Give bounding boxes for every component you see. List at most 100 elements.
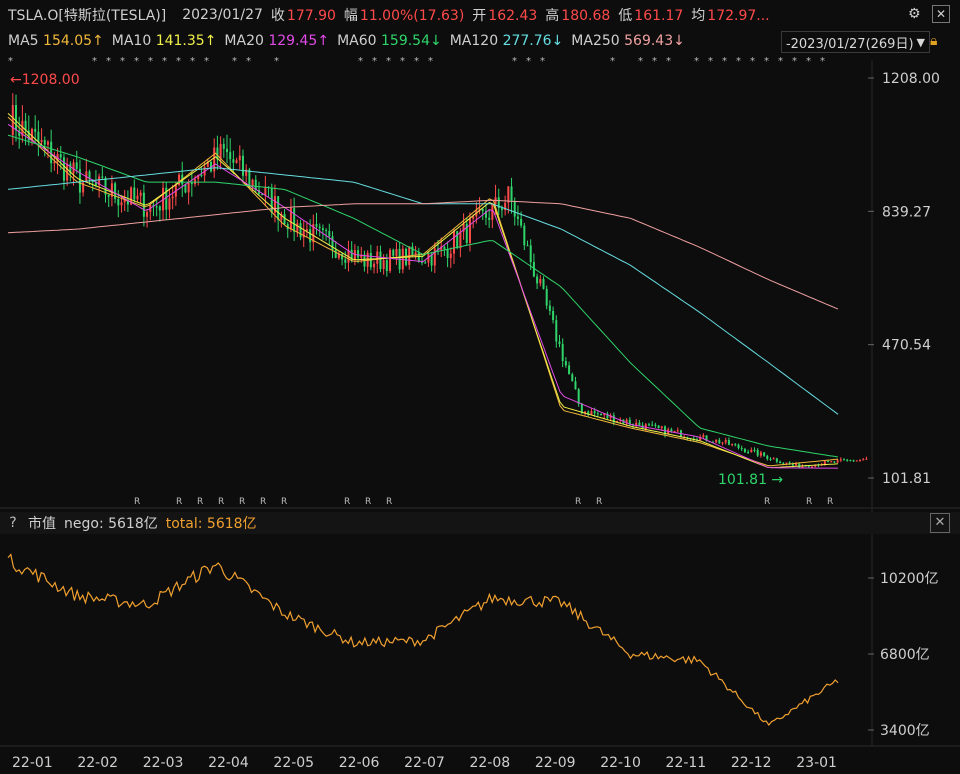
candle-body: [321, 228, 324, 231]
r-marker: R: [386, 497, 392, 507]
event-star: *: [764, 56, 769, 67]
candle-body: [737, 444, 740, 449]
candle-body: [526, 245, 529, 247]
candle-body: [843, 459, 846, 461]
candle-body: [40, 140, 43, 142]
candle-body: [763, 452, 766, 456]
candle-body: [238, 155, 241, 161]
candle-body: [357, 250, 360, 258]
time-tick-label: 22-10: [600, 755, 641, 771]
candle-body: [564, 361, 567, 366]
candle-body: [14, 105, 17, 131]
event-star: *: [246, 56, 251, 67]
candle-body: [34, 128, 37, 132]
event-star: *: [694, 56, 699, 67]
candle-body: [200, 174, 203, 176]
candle-body: [724, 440, 727, 443]
event-star: *: [806, 56, 811, 67]
event-star: *: [134, 56, 139, 67]
candle-body: [328, 231, 331, 237]
candle-body: [596, 413, 599, 415]
r-marker: R: [764, 497, 770, 507]
candle-body: [731, 444, 734, 446]
ma-line-ma10: [7, 113, 839, 469]
event-star: *: [176, 56, 181, 67]
candle-body: [43, 140, 46, 145]
candle-body: [775, 458, 778, 462]
candle-body: [513, 201, 516, 217]
candle-body: [187, 182, 190, 193]
event-star: *: [778, 56, 783, 67]
event-star: *: [526, 56, 531, 67]
candle-body: [379, 251, 382, 270]
candle-body: [750, 449, 753, 453]
candle-body: [571, 374, 574, 382]
candle-body: [248, 169, 251, 187]
candle-body: [500, 208, 503, 211]
candle-body: [657, 425, 660, 428]
low-marker: 101.81 →: [718, 472, 783, 488]
candle-body: [373, 263, 376, 268]
help-icon[interactable]: ?: [4, 515, 22, 531]
candle-body: [577, 389, 580, 404]
event-star: *: [638, 56, 643, 67]
candle-body: [702, 435, 705, 438]
candle-body: [385, 260, 388, 272]
ma-line-ma60: [7, 134, 839, 458]
candle-body: [443, 246, 446, 250]
event-star: *: [722, 56, 727, 67]
event-star: *: [372, 56, 377, 67]
chart-grid: [0, 60, 960, 747]
candle-body: [654, 424, 657, 426]
r-marker: R: [239, 497, 245, 507]
candle-body: [75, 162, 78, 169]
candle-body: [766, 455, 769, 459]
event-star: *: [792, 56, 797, 67]
candle-body: [676, 430, 679, 432]
candle-body: [382, 260, 385, 270]
candle-body: [638, 422, 641, 426]
candle-body: [315, 224, 318, 227]
time-tick-label: 22-12: [731, 755, 772, 771]
candle-body: [283, 214, 286, 225]
time-tick-label: 22-04: [208, 755, 249, 771]
event-star: *: [414, 56, 419, 67]
candle-body: [296, 223, 299, 232]
candle-body: [718, 439, 721, 444]
time-tick-label: 22-09: [535, 755, 576, 771]
high-marker: ←1208.00: [10, 72, 80, 88]
cap-tick-label: 10200亿: [880, 571, 939, 587]
candle-body: [488, 217, 491, 220]
candle-body: [424, 262, 427, 264]
candle-body: [468, 218, 471, 243]
close-icon[interactable]: ✕: [930, 513, 950, 533]
candle-body: [846, 459, 849, 461]
candle-body: [670, 429, 673, 432]
candle-body: [600, 413, 603, 416]
ma-line-ma120: [7, 167, 839, 415]
event-star: *: [666, 56, 671, 67]
event-star: *: [400, 56, 405, 67]
candle-body: [302, 230, 305, 238]
candle-body: [759, 452, 762, 456]
candle-body: [542, 279, 545, 289]
candle-body: [795, 463, 798, 466]
nego-value: nego: 5618亿: [64, 516, 158, 532]
candle-body: [753, 449, 756, 451]
candle-body: [120, 202, 123, 206]
candle-body: [171, 196, 174, 199]
candle-body: [344, 259, 347, 263]
candle-body: [232, 159, 235, 163]
event-star: *: [8, 56, 13, 67]
candle-body: [734, 444, 737, 446]
candle-body: [769, 458, 772, 460]
cap-line: [7, 553, 839, 727]
candle-body: [50, 141, 53, 164]
candle-body: [785, 462, 788, 464]
r-marker: R: [596, 497, 602, 507]
event-star: *: [708, 56, 713, 67]
candle-body: [721, 442, 724, 444]
candle-body: [184, 184, 187, 193]
candle-body: [756, 450, 759, 456]
event-star: *: [428, 56, 433, 67]
